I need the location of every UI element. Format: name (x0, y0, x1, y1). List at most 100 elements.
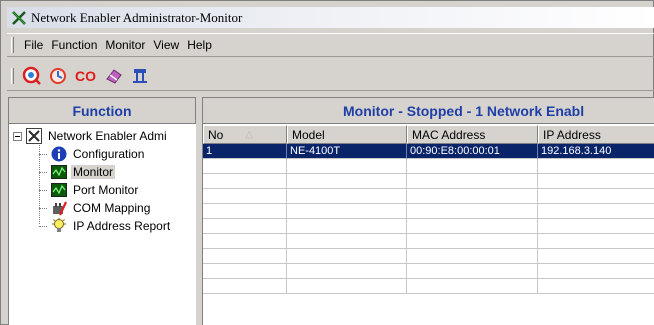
empty-cell (203, 204, 287, 219)
empty-cell (538, 174, 654, 189)
empty-table-row (203, 159, 654, 174)
tree-item-label: Configuration (73, 147, 145, 161)
empty-cell (407, 174, 538, 189)
empty-table-row (203, 174, 654, 189)
function-tree: Network Enabler Admi Configuration Monit… (9, 124, 196, 235)
empty-cell (407, 189, 538, 204)
menu-grip[interactable] (11, 37, 14, 53)
info-icon (51, 146, 67, 162)
empty-table-row (203, 204, 654, 219)
tree-item-label: IP Address Report (73, 219, 171, 233)
table-row[interactable]: 1 NE-4100T 00:90:E8:00:00:01 192.168.3.1… (203, 144, 654, 159)
table-header: No △ Model MAC Address IP Address (203, 125, 654, 144)
empty-cell (203, 234, 287, 249)
tree-item-label: Monitor (71, 165, 116, 179)
empty-cell (203, 174, 287, 189)
device-table: No △ Model MAC Address IP Address 1 NE-4… (203, 125, 654, 294)
empty-cell (203, 219, 287, 234)
empty-cell (407, 204, 538, 219)
search-button[interactable] (20, 64, 44, 88)
menu-file[interactable]: File (20, 38, 47, 52)
function-pane-header: Function (9, 98, 196, 124)
tree-item-ip-address-report[interactable]: IP Address Report (9, 217, 196, 235)
tree-root-label: Network Enabler Admi (48, 129, 167, 143)
refresh-button[interactable] (46, 64, 70, 88)
empty-cell (407, 219, 538, 234)
empty-cell (538, 204, 654, 219)
tree-branch-line (39, 171, 47, 173)
empty-table-row (203, 234, 654, 249)
tree-item-label: COM Mapping (73, 201, 151, 215)
network-connect-icon (133, 68, 147, 83)
sort-arrow-icon: △ (245, 129, 254, 140)
tree-root[interactable]: Network Enabler Admi (9, 127, 196, 145)
co-icon-text: CO (75, 68, 96, 84)
empty-cell (407, 249, 538, 264)
empty-table-row (203, 189, 654, 204)
toolbar: CO (7, 61, 654, 91)
empty-cell (538, 234, 654, 249)
tree-branch-line (39, 189, 47, 191)
tree-item-monitor[interactable]: Monitor (9, 163, 196, 181)
tree-item-com-mapping[interactable]: COM Mapping (9, 199, 196, 217)
empty-cell (407, 159, 538, 174)
empty-cell (287, 234, 407, 249)
empty-cell (203, 159, 287, 174)
network-enabler-app-icon (12, 10, 26, 25)
menu-bar: File Function Monitor View Help (7, 33, 654, 57)
co-button[interactable]: CO (72, 64, 100, 88)
empty-cell (407, 234, 538, 249)
tree-branch-line (39, 153, 47, 155)
menu-monitor[interactable]: Monitor (101, 38, 149, 52)
empty-cell (538, 189, 654, 204)
com-mapping-icon (53, 201, 67, 216)
empty-cell (203, 264, 287, 279)
co-icon: CO (75, 68, 96, 84)
empty-cell (538, 279, 654, 294)
toolbar-grip[interactable] (11, 67, 14, 84)
empty-cell (287, 159, 407, 174)
lightbulb-icon (52, 218, 66, 232)
title-bar[interactable]: Network Enabler Administrator-Monitor (7, 7, 654, 28)
cell-no: 1 (203, 144, 287, 159)
empty-cell (538, 219, 654, 234)
column-header-mac-address[interactable]: MAC Address (407, 125, 538, 144)
empty-cell (203, 249, 287, 264)
tree-item-label: Port Monitor (73, 183, 139, 197)
empty-cell (538, 159, 654, 174)
empty-cell (203, 279, 287, 294)
empty-cell (287, 204, 407, 219)
empty-rows (203, 159, 654, 294)
empty-cell (287, 264, 407, 279)
menu-help[interactable]: Help (183, 38, 216, 52)
network-enabler-node-icon (26, 128, 42, 144)
empty-table-row (203, 249, 654, 264)
cell-ip-address: 192.168.3.140 (538, 144, 654, 159)
network-connect-button[interactable] (128, 64, 152, 88)
empty-cell (287, 279, 407, 294)
tree-item-configuration[interactable]: Configuration (9, 145, 196, 163)
column-header-no[interactable]: No △ (203, 125, 287, 144)
cell-mac-address: 00:90:E8:00:00:01 (407, 144, 538, 159)
empty-cell (287, 249, 407, 264)
empty-cell (407, 279, 538, 294)
column-header-model[interactable]: Model (287, 125, 407, 144)
collapse-icon[interactable] (13, 131, 22, 141)
monitor-icon (51, 165, 67, 179)
eraser-button[interactable] (102, 64, 126, 88)
column-header-ip-address[interactable]: IP Address (538, 125, 654, 144)
refresh-icon (50, 67, 66, 84)
empty-cell (287, 219, 407, 234)
monitor-icon (51, 183, 67, 197)
menu-function[interactable]: Function (47, 38, 101, 52)
empty-cell (538, 249, 654, 264)
empty-cell (407, 264, 538, 279)
empty-cell (538, 264, 654, 279)
window-title: Network Enabler Administrator-Monitor (31, 9, 243, 25)
empty-cell (287, 174, 407, 189)
menu-view[interactable]: View (149, 38, 183, 52)
tree-item-port-monitor[interactable]: Port Monitor (9, 181, 196, 199)
cell-model: NE-4100T (287, 144, 407, 159)
app-window: Network Enabler Administrator-Monitor Fi… (0, 0, 654, 325)
monitor-pane: Monitor - Stopped - 1 Network Enabl No △… (202, 97, 654, 325)
